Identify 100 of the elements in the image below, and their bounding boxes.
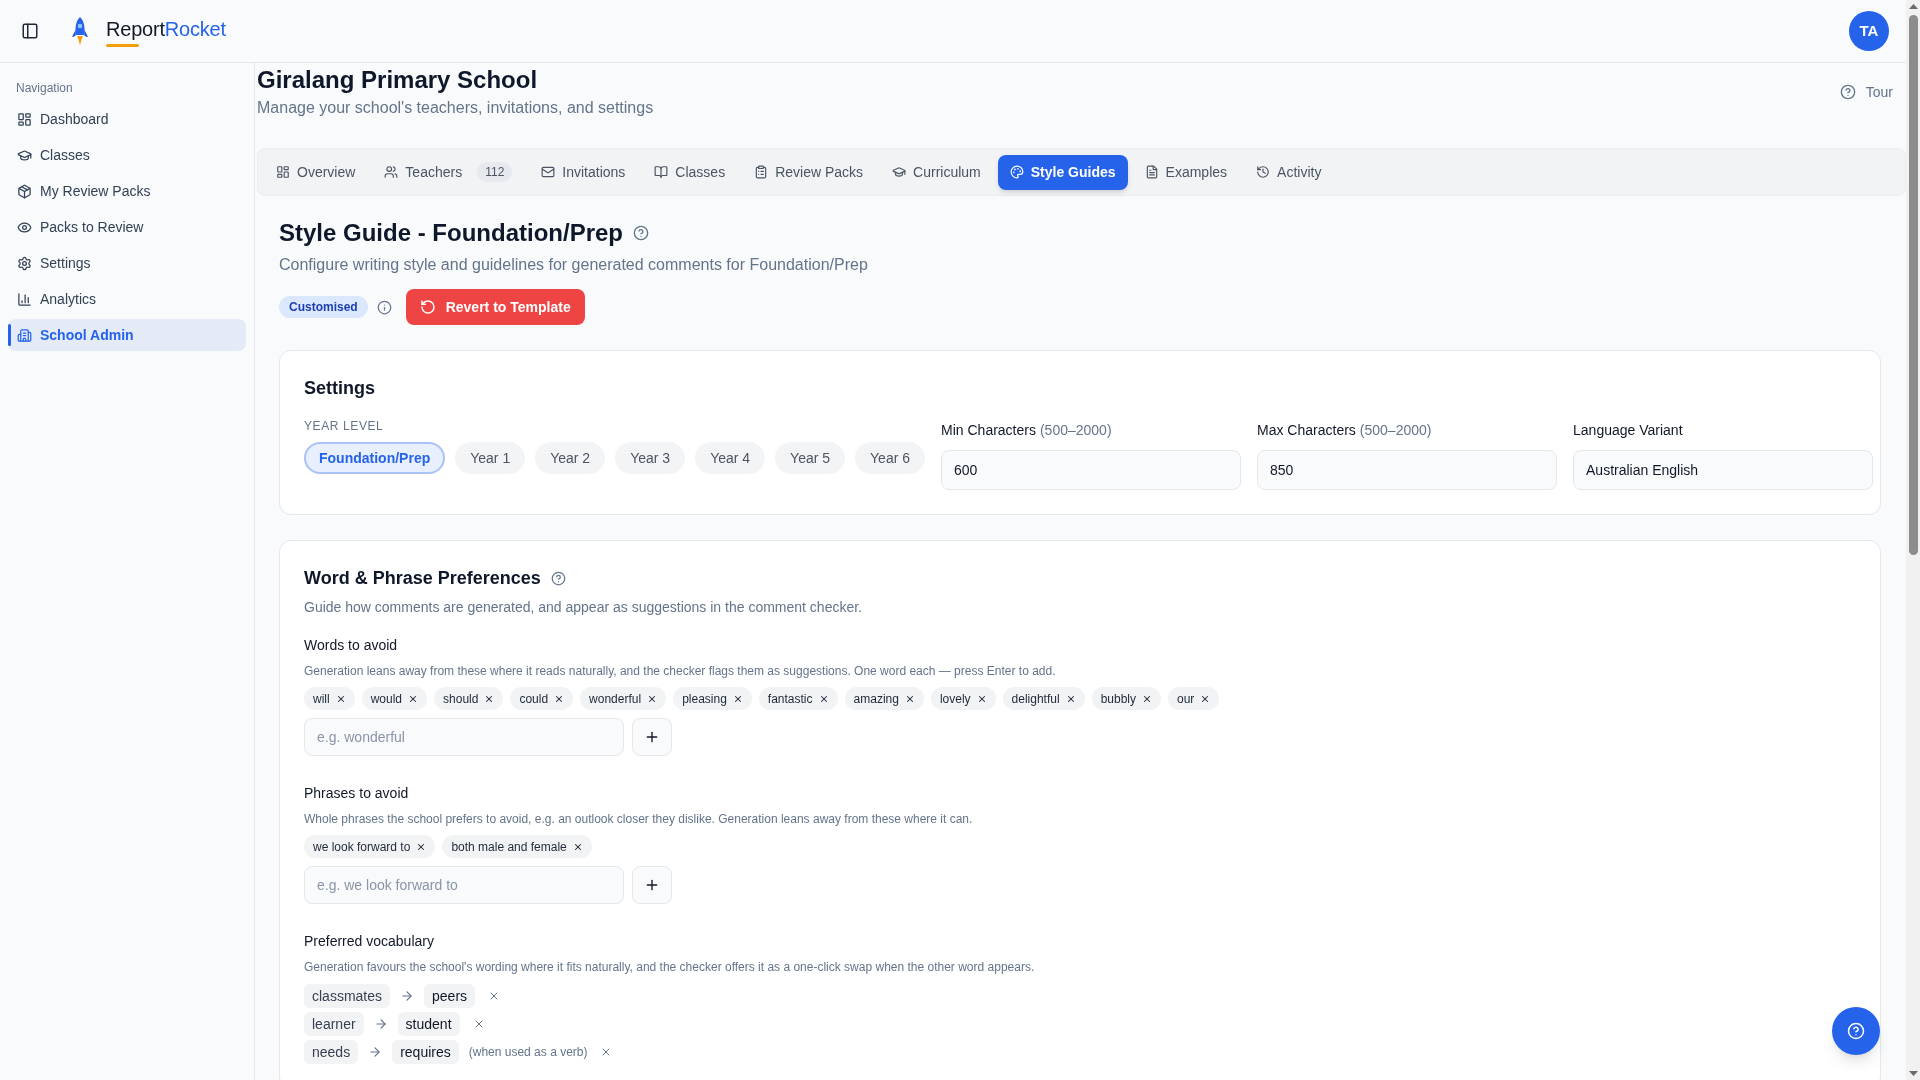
close-icon[interactable]: [416, 841, 427, 852]
card-subtitle: Guide how comments are generated, and appear as suggestions in the comment checker.: [304, 598, 863, 617]
close-icon[interactable]: [572, 841, 583, 852]
word-tag[interactable]: wonderful: [580, 687, 667, 710]
help-icon[interactable]: [633, 225, 649, 241]
tab[interactable]: Activity: [1244, 154, 1334, 190]
close-icon[interactable]: [976, 693, 987, 704]
revert-button[interactable]: Revert to Template: [405, 289, 585, 325]
close-icon[interactable]: [484, 693, 495, 704]
tab[interactable]: Style Guides: [997, 154, 1128, 190]
year-level-pill[interactable]: Year 6: [855, 442, 926, 474]
arrow-right-icon: [373, 1017, 388, 1031]
input-field[interactable]: 600: [941, 450, 1242, 490]
input-field[interactable]: e.g. we look forward to: [304, 866, 624, 904]
bar-chart-icon: [17, 291, 32, 307]
close-icon[interactable]: [408, 693, 419, 704]
building-icon: [17, 327, 32, 343]
word-tag[interactable]: fantastic: [758, 687, 838, 710]
word-tag[interactable]: bubbly: [1091, 687, 1161, 710]
input-field[interactable]: e.g. wonderful: [304, 718, 624, 756]
section-description: Whole phrases the school prefers to avoid, e.g. an outlook closer they dislike. Generation leans away from these where it can.: [304, 811, 974, 827]
range-hint: (500–2000): [1039, 421, 1112, 440]
section-heading: Style Guide - Foundation/Prep: [279, 218, 623, 248]
word-tag[interactable]: delightful: [1002, 687, 1085, 710]
word-tag[interactable]: we look forward to: [304, 835, 436, 858]
year-level-pill[interactable]: Year 3: [615, 442, 686, 474]
year-level-pill[interactable]: Foundation/Prep: [304, 442, 446, 474]
arrow-right-icon: [368, 1045, 383, 1059]
preferred-word: requires: [392, 1040, 459, 1064]
input-field[interactable]: Australian English: [1573, 450, 1874, 490]
section-description: Generation leans away from these where it reads naturally, and the checker flags them as suggestions. One word each — press Enter to add.: [304, 663, 1057, 679]
close-icon[interactable]: [1200, 693, 1211, 704]
tab[interactable]: Overview: [264, 154, 368, 190]
nav-item[interactable]: Settings: [8, 247, 246, 279]
rotate-ccw-icon: [419, 299, 436, 315]
panel-toggle-icon[interactable]: [21, 22, 39, 40]
word-tag[interactable]: amazing: [844, 687, 924, 710]
section-title: Phrases to avoid: [304, 784, 410, 803]
nav-item[interactable]: My Review Packs: [8, 175, 246, 207]
settings-icon: [17, 255, 32, 271]
user-avatar[interactable]: TA: [1849, 11, 1889, 51]
page-title: Giralang Primary School: [257, 65, 539, 95]
tab[interactable]: Examples: [1132, 154, 1240, 190]
year-level-pill[interactable]: Year 1: [455, 442, 526, 474]
word-tag[interactable]: pleasing: [673, 687, 752, 710]
year-level-pill[interactable]: Year 2: [535, 442, 606, 474]
nav-item[interactable]: School Admin: [8, 319, 246, 351]
tab[interactable]: Invitations: [529, 154, 638, 190]
scroll-down-icon[interactable]: [1908, 1071, 1918, 1076]
document-icon: [1144, 165, 1159, 179]
close-icon[interactable]: [647, 693, 658, 704]
add-button[interactable]: [632, 718, 672, 756]
word-tag[interactable]: our: [1168, 687, 1220, 710]
add-button[interactable]: [632, 866, 672, 904]
word-tag[interactable]: could: [510, 687, 574, 710]
rocket-logo-icon: [71, 16, 89, 46]
help-icon: [1847, 1022, 1865, 1040]
plus-icon: [644, 877, 660, 893]
nav-item[interactable]: Packs to Review: [8, 211, 246, 243]
close-icon[interactable]: [554, 693, 565, 704]
tab[interactable]: Classes: [642, 154, 738, 190]
year-level-pill[interactable]: Year 4: [695, 442, 766, 474]
word-tag[interactable]: will: [304, 687, 355, 710]
count-badge: 112: [477, 162, 513, 182]
close-icon[interactable]: [904, 693, 915, 704]
word-tag[interactable]: should: [434, 687, 504, 710]
range-hint: (500–2000): [1359, 421, 1432, 440]
year-level-label: YEAR LEVEL: [304, 418, 385, 434]
word-tag[interactable]: both male and female: [442, 835, 592, 858]
field-label: Min Characters: [941, 421, 1036, 440]
tour-button[interactable]: Tour: [1839, 81, 1893, 103]
section-description: Generation favours the school's wording where it fits naturally, and the checker offers it as a one-click swap when the other word appears.: [304, 959, 1036, 975]
section-title: Words to avoid: [304, 636, 399, 655]
users-icon: [384, 165, 399, 179]
close-icon[interactable]: [1142, 693, 1152, 704]
palette-icon: [1009, 165, 1024, 179]
nav-item[interactable]: Dashboard: [8, 103, 246, 135]
graduation-cap-icon: [17, 147, 32, 163]
tab[interactable]: Review Packs: [742, 154, 876, 190]
close-icon[interactable]: [732, 693, 743, 704]
word-tag[interactable]: lovely: [930, 687, 996, 710]
card-title: Settings: [304, 377, 376, 400]
scrollbar-thumb[interactable]: [1908, 15, 1918, 555]
close-icon[interactable]: [818, 693, 829, 704]
close-icon[interactable]: [1065, 693, 1076, 704]
help-icon[interactable]: [550, 570, 566, 586]
nav-item[interactable]: Classes: [8, 139, 246, 171]
word-tag[interactable]: would: [361, 687, 428, 710]
mail-icon: [541, 165, 556, 179]
close-icon[interactable]: [335, 693, 346, 704]
tab[interactable]: Curriculum: [880, 154, 993, 190]
info-icon[interactable]: [376, 299, 392, 315]
nav-item[interactable]: Analytics: [8, 283, 246, 315]
year-level-pill[interactable]: Year 5: [775, 442, 846, 474]
input-field[interactable]: 850: [1257, 450, 1558, 490]
preferred-word: student: [397, 1012, 460, 1036]
scrollbar[interactable]: [1906, 0, 1920, 1080]
tab[interactable]: Teachers 112: [372, 154, 525, 190]
eye-icon: [17, 219, 32, 235]
scroll-up-icon[interactable]: [1908, 4, 1918, 9]
